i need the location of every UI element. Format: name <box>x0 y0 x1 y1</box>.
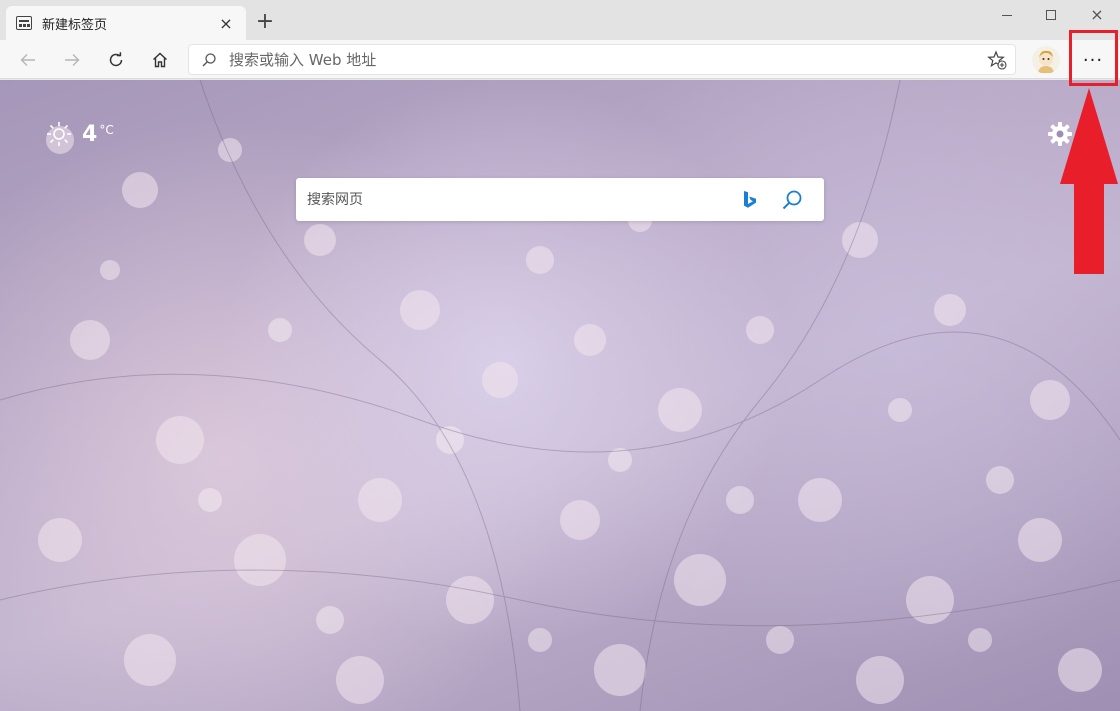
back-button[interactable] <box>12 44 44 76</box>
close-icon: × <box>1090 5 1104 24</box>
home-button[interactable] <box>144 44 176 76</box>
minimize-button[interactable] <box>984 0 1030 30</box>
annotation-highlight-box <box>1069 30 1118 86</box>
maximize-icon <box>1046 10 1056 20</box>
profile-avatar[interactable] <box>1032 46 1060 74</box>
minimize-icon <box>1002 14 1012 16</box>
tab-new-tab[interactable]: 新建标签页 × <box>6 6 246 40</box>
sun-icon <box>47 122 71 146</box>
forward-button[interactable] <box>56 44 88 76</box>
star-add-icon <box>987 49 1007 70</box>
page-icon <box>16 16 32 30</box>
bing-icon[interactable] <box>738 188 762 212</box>
background-image <box>0 80 1120 711</box>
browser-toolbar: ··· <box>0 40 1120 79</box>
tab-title: 新建标签页 <box>42 17 108 33</box>
new-tab-page: 4 °C <box>0 80 1120 711</box>
search-icon <box>189 52 229 68</box>
avatar-icon <box>1038 50 1054 73</box>
arrow-right-icon <box>65 54 80 66</box>
search-icon <box>782 190 802 209</box>
maximize-button[interactable] <box>1028 0 1074 30</box>
refresh-icon <box>109 52 123 67</box>
window-close-button[interactable]: × <box>1074 0 1120 30</box>
web-search-box[interactable] <box>296 178 824 221</box>
address-input[interactable] <box>229 50 979 69</box>
arrow-left-icon <box>20 54 35 66</box>
title-bar: 新建标签页 × + × <box>0 0 1120 40</box>
weather-widget[interactable]: 4 °C <box>46 121 114 147</box>
home-icon <box>153 52 167 68</box>
web-search-input[interactable] <box>296 191 738 208</box>
new-tab-button[interactable]: + <box>253 10 277 34</box>
weather-temperature: 4 <box>82 121 98 147</box>
tab-close-button[interactable]: × <box>216 13 236 33</box>
address-bar[interactable] <box>188 44 1016 75</box>
annotation-arrow-up-icon <box>1060 88 1118 274</box>
weather-unit: °C <box>99 123 114 137</box>
add-favorite-button[interactable] <box>979 44 1015 75</box>
refresh-button[interactable] <box>100 44 132 76</box>
search-submit-button[interactable] <box>780 188 804 212</box>
